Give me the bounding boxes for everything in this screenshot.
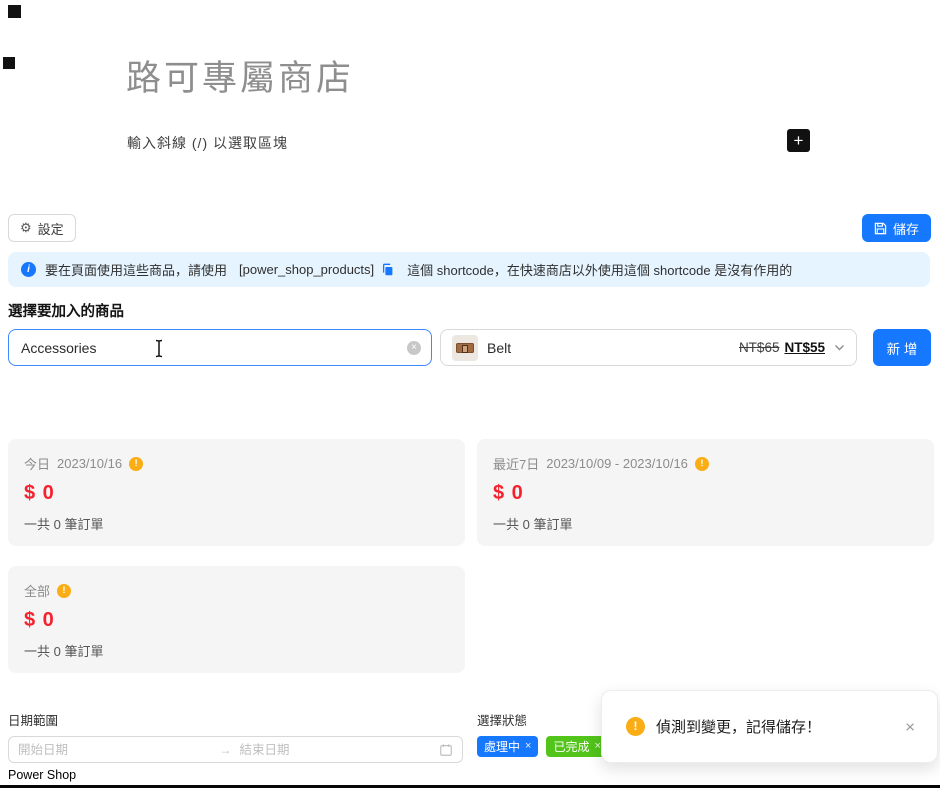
banner-text-before: 要在頁面使用這些商品，請使用 <box>45 260 227 279</box>
save-button[interactable]: 儲存 <box>862 214 931 242</box>
product-name: Belt <box>487 340 511 356</box>
price-sale: NT$55 <box>784 340 825 355</box>
tag-label: 處理中 <box>484 738 520 755</box>
shortcode: [power_shop_products] <box>239 262 374 277</box>
stat-amount: $ 0 <box>493 482 918 505</box>
settings-label: 設定 <box>38 219 64 238</box>
gear-icon: ⚙ <box>20 220 32 236</box>
stat-label: 今日 <box>24 454 50 473</box>
stat-orders: 一共 0 筆訂單 <box>24 641 449 660</box>
stat-date: 2023/10/09 - 2023/10/16 <box>546 456 688 471</box>
start-date-input[interactable] <box>18 743 212 757</box>
toast-close-icon[interactable]: × <box>905 718 915 735</box>
stat-info-icon[interactable]: ! <box>695 457 709 471</box>
toast-message: 偵測到變更，記得儲存！ <box>656 716 821 737</box>
date-range-label: 日期範圍 <box>8 710 58 729</box>
stat-card-today: 今日 2023/10/16 ! $ 0 一共 0 筆訂單 <box>8 439 465 546</box>
stat-label: 全部 <box>24 581 50 600</box>
banner-text-after: 這個 shortcode，在快速商店以外使用這個 shortcode 是沒有作用… <box>407 260 792 279</box>
stat-orders: 一共 0 筆訂單 <box>493 514 918 533</box>
product-section-label: 選擇要加入的商品 <box>8 300 124 321</box>
stat-amount: $ 0 <box>24 482 449 505</box>
info-icon: i <box>21 262 36 277</box>
save-icon <box>874 222 887 235</box>
block-placeholder-hint[interactable]: 輸入斜線 (/) 以選取區塊 <box>127 133 288 153</box>
status-tags: 處理中 × 已完成 × <box>477 736 608 757</box>
date-range-picker[interactable]: → <box>8 736 463 763</box>
end-date-input[interactable] <box>240 743 434 757</box>
stat-amount: $ 0 <box>24 609 449 632</box>
tag-label: 已完成 <box>553 738 589 755</box>
belt-image <box>456 343 474 353</box>
stat-header: 今日 2023/10/16 ! <box>24 454 449 473</box>
corner-block <box>8 5 21 18</box>
status-select-label: 選擇狀態 <box>477 710 527 729</box>
stat-info-icon[interactable]: ! <box>129 457 143 471</box>
tag-processing[interactable]: 處理中 × <box>477 736 538 757</box>
copy-icon[interactable] <box>381 263 395 277</box>
stat-orders: 一共 0 筆訂單 <box>24 514 449 533</box>
chevron-down-icon <box>834 344 845 351</box>
tag-close-icon[interactable]: × <box>594 741 600 752</box>
arrow-right-icon: → <box>220 743 232 757</box>
product-search: × <box>8 329 432 366</box>
toast-notification: ! 偵測到變更，記得儲存！ × <box>601 690 938 763</box>
page-title[interactable]: 路可專屬商店 <box>126 50 354 101</box>
clear-icon[interactable]: × <box>407 341 421 355</box>
plus-icon: + <box>794 131 804 150</box>
stat-card-week: 最近7日 2023/10/09 - 2023/10/16 ! $ 0 一共 0 … <box>477 439 934 546</box>
stat-info-icon[interactable]: ! <box>57 584 71 598</box>
corner-block-2 <box>3 57 15 69</box>
stat-label: 最近7日 <box>493 454 539 473</box>
search-input[interactable] <box>9 330 431 365</box>
tag-completed[interactable]: 已完成 × <box>546 736 607 757</box>
product-thumbnail <box>452 335 478 361</box>
tag-close-icon[interactable]: × <box>525 741 531 752</box>
product-select[interactable]: Belt NT$65 NT$55 <box>440 329 857 366</box>
add-product-button[interactable]: 新 增 <box>873 329 931 366</box>
stat-card-all: 全部 ! $ 0 一共 0 筆訂單 <box>8 566 465 673</box>
settings-button[interactable]: ⚙ 設定 <box>8 214 76 242</box>
add-block-button[interactable]: + <box>787 129 810 152</box>
stat-header: 全部 ! <box>24 581 449 600</box>
stat-header: 最近7日 2023/10/09 - 2023/10/16 ! <box>493 454 918 473</box>
toast-warning-icon: ! <box>626 717 645 736</box>
price-original: NT$65 <box>739 340 780 355</box>
stat-date: 2023/10/16 <box>57 456 122 471</box>
footer-brand: Power Shop <box>8 768 76 782</box>
save-label: 儲存 <box>893 219 919 238</box>
info-banner: i 要在頁面使用這些商品，請使用 [power_shop_products] 這… <box>8 252 930 287</box>
calendar-icon <box>439 743 453 757</box>
text-cursor-icon <box>153 339 165 358</box>
banner-text: 要在頁面使用這些商品，請使用 [power_shop_products] 這個 … <box>45 260 792 279</box>
